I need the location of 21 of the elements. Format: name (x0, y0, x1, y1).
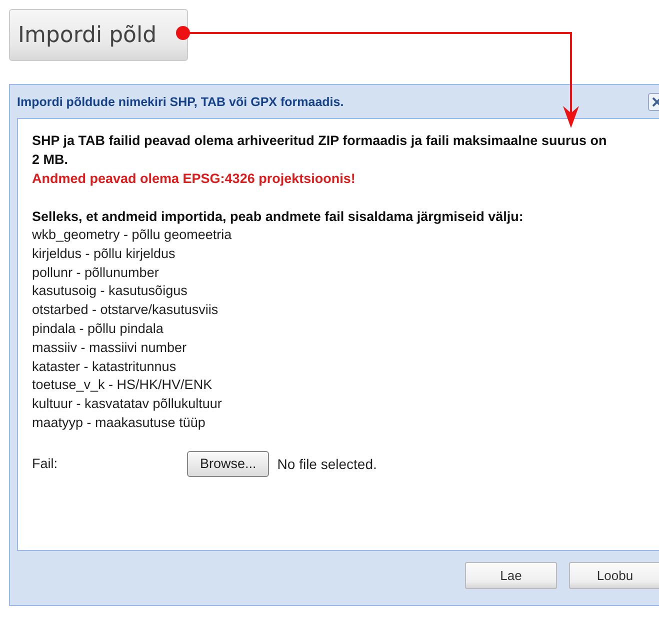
field-description: kasutusoig - kasutusõigus (32, 282, 188, 300)
field-description: kataster - katastritunnus (32, 358, 176, 376)
field-description: pindala - põllu pindala (32, 320, 164, 338)
field-description: toetuse_v_k - HS/HK/HV/ENK (32, 376, 212, 394)
dialog-button[interactable]: Lae (465, 562, 557, 588)
field-description: maatyyp - maakasutuse tüüp (32, 414, 206, 432)
field-description: kultuur - kasvatatav põllukultuur (32, 395, 222, 414)
notice-text: SHP ja TAB failid peavad olema arhiveeritud ZIP formaadis ja faili maksimaalne suurus on 2 MB. (32, 132, 607, 169)
dialog-button[interactable]: Loobu (569, 562, 659, 588)
file-status: No file selected. (277, 456, 377, 472)
field-description: kirjeldus - põllu kirjeldus (32, 244, 176, 263)
warning-text: Andmed peavad olema EPSG:4326 projektsioonis! (32, 170, 356, 188)
field-description: otstarbed - otstarve/kasutusviis (32, 301, 218, 320)
dialog-title: Impordi põldude nimekiri SHP, TAB või GPX formaadis. (17, 94, 344, 108)
field-description: pollunr - põllunumber (32, 264, 159, 282)
import-field-button[interactable]: Impordi põld (9, 9, 188, 61)
file-label: Fail: (32, 456, 59, 472)
browse-button[interactable]: Browse... (187, 450, 270, 477)
field-description: wkb_geometry - põllu geomeetria (32, 226, 232, 244)
field-description: massiiv - massiivi number (32, 338, 187, 357)
fields-heading: Selleks, et andmeid importida, peab andmete fail sisaldama järgmiseid välju: (32, 208, 524, 226)
